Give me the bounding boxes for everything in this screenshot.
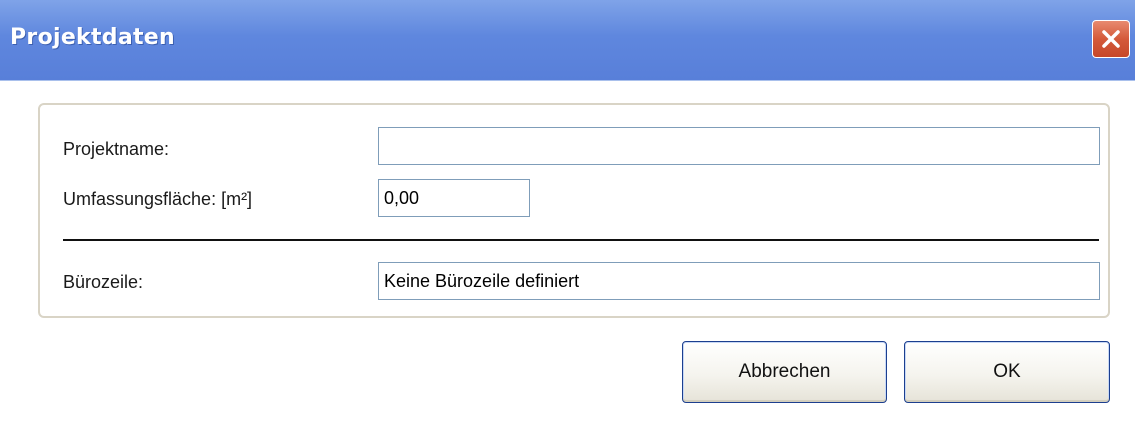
cancel-button[interactable]: Abbrechen <box>682 341 887 403</box>
project-name-input[interactable] <box>378 127 1100 165</box>
project-name-label: Projektname: <box>63 139 170 159</box>
area-label: Umfassungsfläche: [m²] <box>63 189 253 209</box>
separator-line <box>63 239 1099 241</box>
office-line-label: Bürozeile: <box>63 272 144 292</box>
close-button[interactable] <box>1092 20 1130 58</box>
project-data-dialog: Projektdaten Projektname: Umfassungsfläc… <box>0 0 1135 422</box>
dialog-title: Projektdaten <box>10 25 175 50</box>
office-line-input[interactable] <box>378 262 1100 300</box>
area-input[interactable] <box>378 179 530 217</box>
ok-button[interactable]: OK <box>904 341 1110 403</box>
close-icon <box>1100 28 1122 50</box>
title-bar[interactable]: Projektdaten <box>0 0 1135 81</box>
